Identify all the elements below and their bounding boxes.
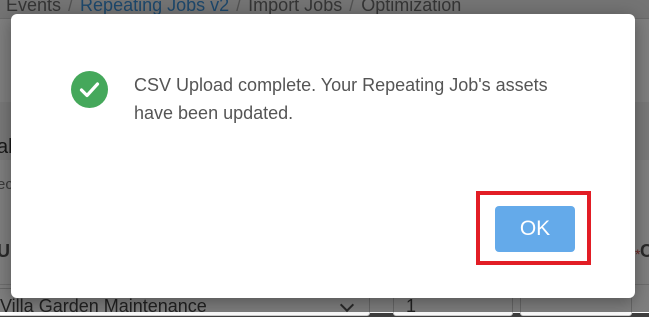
- ok-button[interactable]: OK: [495, 206, 575, 252]
- dialog-message: CSV Upload complete. Your Repeating Job'…: [134, 75, 548, 123]
- success-dialog: CSV Upload complete. Your Repeating Job'…: [11, 14, 635, 298]
- check-circle-icon: [71, 71, 108, 108]
